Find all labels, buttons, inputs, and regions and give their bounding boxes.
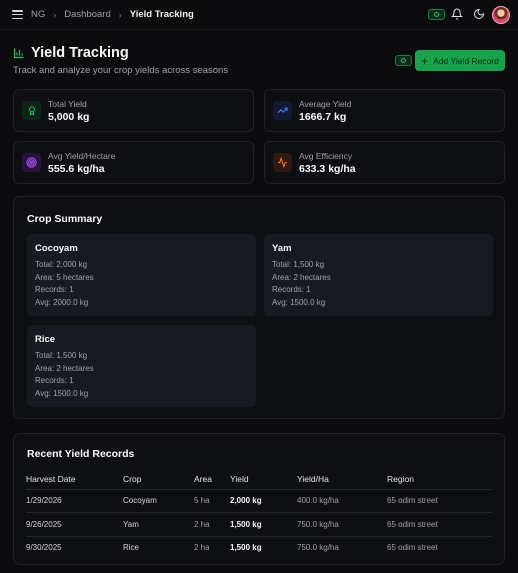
crop-avg: Avg: 1500.0 kg <box>272 298 326 307</box>
stat-value: 633.3 kg/ha <box>299 163 356 175</box>
status-indicator-icon[interactable] <box>395 55 412 66</box>
page-header: Yield Tracking <box>13 45 129 61</box>
crop-records: Records: 1 <box>272 285 311 294</box>
cell-yield: 1,500 kg <box>230 520 262 529</box>
cell-yield: 1,500 kg <box>230 543 262 552</box>
page-subtitle: Track and analyze your crop yields acros… <box>13 65 229 76</box>
cell-harvest-date: 1/29/2026 <box>26 496 62 505</box>
breadcrumb: NG › Dashboard › Yield Tracking <box>31 9 194 20</box>
cell-region: 65 odim street <box>387 520 438 529</box>
stat-label: Total Yield <box>48 99 87 109</box>
top-bar: NG › Dashboard › Yield Tracking <box>0 0 518 30</box>
column-header-yield-per-ha: Yield/Ha <box>297 474 329 484</box>
column-header-harvest-date: Harvest Date <box>26 474 76 484</box>
breadcrumb-item-ng[interactable]: NG <box>31 9 45 20</box>
stat-card-avg-yield-hectare: Avg Yield/Hectare 555.6 kg/ha <box>13 141 254 184</box>
crop-summary-panel: Crop Summary Cocoyam Total: 2,000 kg Are… <box>13 196 505 419</box>
crop-records: Records: 1 <box>35 285 74 294</box>
column-header-yield: Yield <box>230 474 249 484</box>
crop-total: Total: 1,500 kg <box>272 260 325 269</box>
breadcrumb-current: Yield Tracking <box>129 9 194 20</box>
column-header-area: Area <box>194 474 212 484</box>
page-title: Yield Tracking <box>31 45 129 61</box>
menu-icon[interactable] <box>12 10 23 20</box>
stat-label: Average Yield <box>299 99 352 109</box>
column-header-crop: Crop <box>123 474 142 484</box>
cell-harvest-date: 9/26/2025 <box>26 520 62 529</box>
cell-area: 5 ha <box>194 496 210 505</box>
divider <box>26 536 492 537</box>
stat-value: 555.6 kg/ha <box>48 163 105 175</box>
crop-area: Area: 2 hectares <box>272 273 331 282</box>
cell-yield: 2,000 kg <box>230 496 262 505</box>
bell-icon[interactable] <box>451 8 463 20</box>
cell-yield-per-ha: 400.0 kg/ha <box>297 496 339 505</box>
breadcrumb-item-dashboard[interactable]: Dashboard <box>64 9 110 20</box>
crop-card-cocoyam: Cocoyam Total: 2,000 kg Area: 5 hectares… <box>27 234 256 316</box>
chevron-right-icon: › <box>53 9 57 20</box>
crop-name: Yam <box>272 243 292 254</box>
trending-up-icon <box>273 101 292 120</box>
stat-value: 1666.7 kg <box>299 111 347 123</box>
status-toggle-icon[interactable] <box>428 9 445 20</box>
cell-crop: Yam <box>123 520 139 529</box>
crop-card-rice: Rice Total: 1,500 kg Area: 2 hectares Re… <box>27 325 256 407</box>
cell-crop: Cocoyam <box>123 496 157 505</box>
award-icon <box>22 101 41 120</box>
column-header-region: Region <box>387 474 414 484</box>
crop-name: Cocoyam <box>35 243 78 254</box>
add-yield-record-label: Add Yield Record <box>433 55 499 66</box>
stat-card-average-yield: Average Yield 1666.7 kg <box>264 89 505 132</box>
stat-card-total-yield: Total Yield 5,000 kg <box>13 89 254 132</box>
divider <box>26 489 492 490</box>
add-yield-record-button[interactable]: + Add Yield Record <box>415 50 505 71</box>
stat-label: Avg Efficiency <box>299 151 353 161</box>
stat-value: 5,000 kg <box>48 111 90 123</box>
moon-icon[interactable] <box>473 8 485 20</box>
cell-region: 65 odim street <box>387 496 438 505</box>
crop-total: Total: 1,500 kg <box>35 351 88 360</box>
cell-area: 2 ha <box>194 520 210 529</box>
cell-yield-per-ha: 750.0 kg/ha <box>297 520 339 529</box>
crop-name: Rice <box>35 334 56 345</box>
crop-records: Records: 1 <box>35 376 74 385</box>
crop-avg: Avg: 1500.0 kg <box>35 389 89 398</box>
cell-yield-per-ha: 750.0 kg/ha <box>297 543 339 552</box>
plus-icon: + <box>421 53 429 68</box>
cell-crop: Rice <box>123 543 140 552</box>
crop-total: Total: 2,000 kg <box>35 260 88 269</box>
cell-area: 2 ha <box>194 543 210 552</box>
crop-summary-title: Crop Summary <box>27 213 103 225</box>
crop-avg: Avg: 2000.0 kg <box>35 298 89 307</box>
target-icon <box>22 153 41 172</box>
crop-area: Area: 5 hectares <box>35 273 94 282</box>
stat-label: Avg Yield/Hectare <box>48 151 116 161</box>
stat-card-avg-efficiency: Avg Efficiency 633.3 kg/ha <box>264 141 505 184</box>
divider <box>26 512 492 513</box>
chevron-right-icon: › <box>118 9 122 20</box>
recent-records-title: Recent Yield Records <box>27 448 135 460</box>
activity-icon <box>273 153 292 172</box>
crop-card-yam: Yam Total: 1,500 kg Area: 2 hectares Rec… <box>264 234 493 316</box>
crop-area: Area: 2 hectares <box>35 364 94 373</box>
cell-harvest-date: 9/30/2025 <box>26 543 62 552</box>
cell-region: 65 odim street <box>387 543 438 552</box>
bar-chart-icon <box>13 48 24 59</box>
avatar[interactable] <box>492 6 510 24</box>
